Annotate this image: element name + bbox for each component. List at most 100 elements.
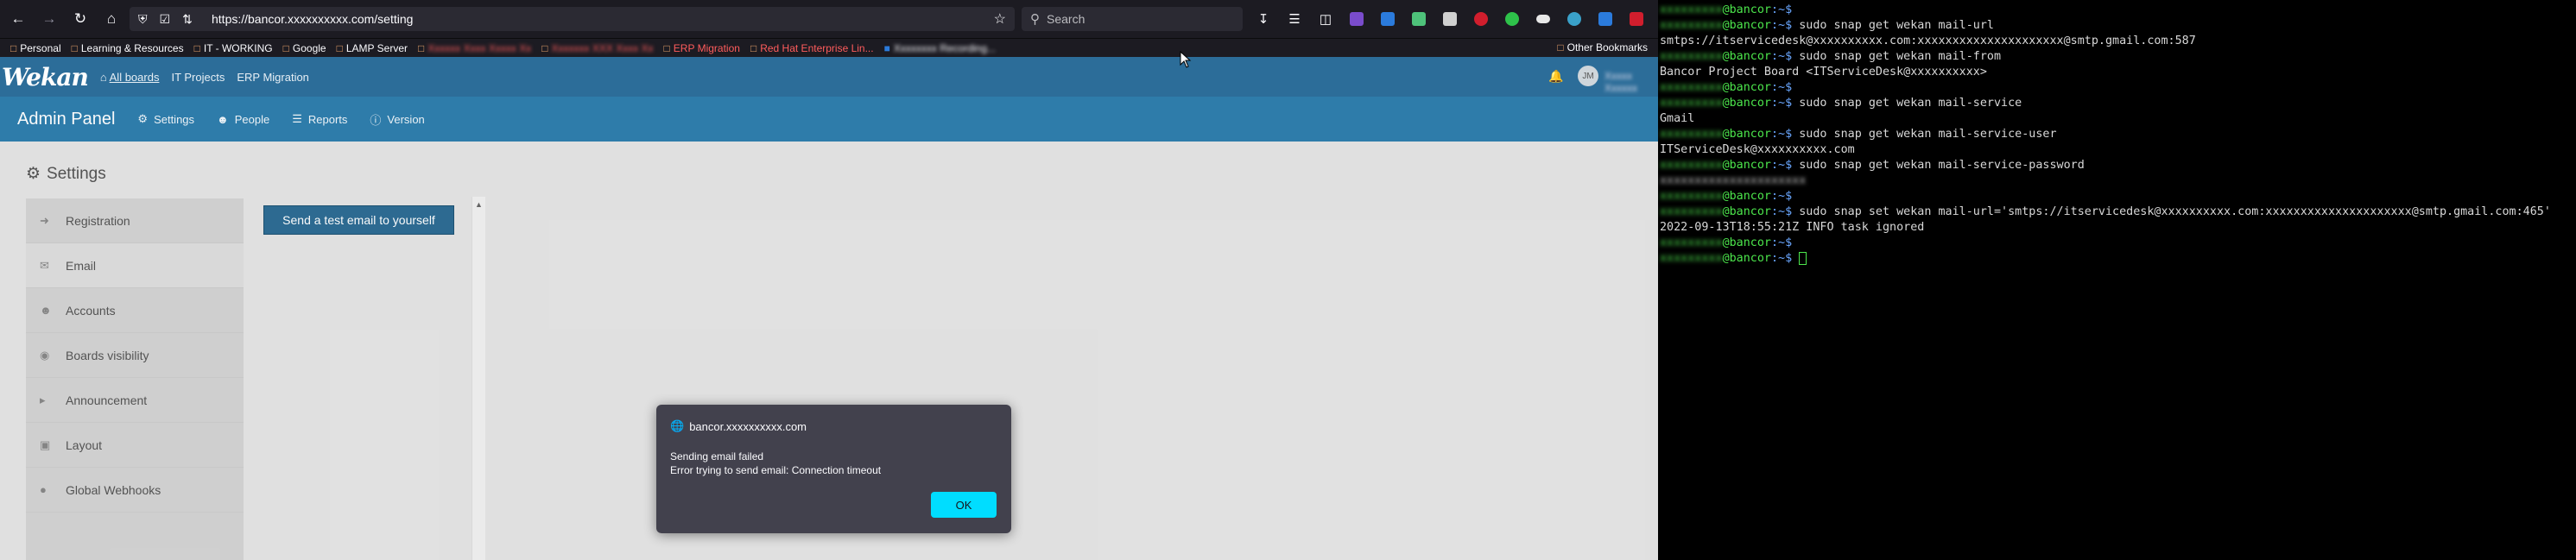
extension-icon[interactable] (1437, 6, 1463, 32)
prompt-host: @bancor (1722, 205, 1771, 218)
terminal-command: sudo snap get wekan mail-service-passwor… (1792, 159, 2085, 172)
terminal-output: ITServiceDesk@xxxxxxxxxx.com (1660, 143, 1855, 156)
bookmark-label: Xxxxxxxx Recording... (893, 41, 996, 54)
home-icon[interactable]: ⌂ (98, 6, 124, 32)
extension-icon[interactable] (1561, 6, 1587, 32)
terminal-output-line: Bancor Project Board <ITServiceDesk@xxxx… (1660, 65, 2576, 80)
prompt-host: @bancor (1722, 128, 1771, 141)
folder-icon: □ (282, 41, 289, 54)
prompt-user: xxxxxxxxx (1660, 3, 1723, 16)
url-text[interactable]: https://bancor.xxxxxxxxxx.com/setting (212, 12, 413, 26)
prompt-path: :~$ (1771, 19, 1793, 32)
library-icon[interactable]: ☰ (1282, 6, 1307, 32)
folder-icon: □ (663, 41, 670, 54)
extension-icon[interactable] (1406, 6, 1432, 32)
shield-icon[interactable]: ⛨ (138, 12, 148, 27)
terminal-prompt-line: xxxxxxxxx@bancor:~$ sudo snap get wekan … (1660, 158, 2576, 173)
bookmark-folder[interactable]: □ Learning & Resources (72, 42, 184, 54)
terminal-prompt-line: xxxxxxxxx@bancor:~$ sudo snap get wekan … (1660, 49, 2576, 65)
back-icon[interactable]: ← (5, 6, 31, 32)
prompt-user: xxxxxxxxx (1660, 252, 1723, 265)
prompt-host: @bancor (1722, 159, 1771, 172)
bookmark-label: Google (292, 41, 326, 54)
reload-icon[interactable]: ↻ (67, 6, 93, 32)
terminal-command: sudo snap get wekan mail-url (1792, 19, 1994, 32)
lock-icon[interactable]: ☑ (160, 12, 171, 27)
extension-icon[interactable] (1375, 6, 1401, 32)
ok-button[interactable]: OK (931, 492, 997, 518)
bookmark-folder[interactable]: □ ERP Migration (664, 42, 740, 54)
terminal-command: sudo snap get wekan mail-from (1792, 50, 2002, 63)
search-bar[interactable]: ⚲ Search (1022, 7, 1243, 31)
terminal-output-line: Gmail (1660, 111, 2576, 127)
bookmark-label: IT - WORKING (203, 41, 273, 54)
nav-erp-migration[interactable]: ERP Migration (237, 71, 309, 84)
bookmark-folder[interactable]: □ Google (283, 42, 326, 54)
bookmark-folder[interactable]: □ LAMP Server (337, 42, 408, 54)
forward-icon[interactable]: → (36, 6, 62, 32)
prompt-path: :~$ (1771, 236, 1793, 249)
bookmark-folder[interactable]: □ Xxxxxx Xxxx Xxxxx Xx (418, 42, 531, 54)
dialog-origin: 🌐 bancor.xxxxxxxxxx.com (670, 419, 807, 433)
terminal-output-line: 2022-09-13T18:55:21Z INFO task ignored (1660, 220, 2576, 236)
sidebar-icon[interactable]: ◫ (1313, 6, 1339, 32)
prompt-user: xxxxxxxxx (1660, 190, 1723, 203)
bookmark-label: Xxxxxx Xxxx Xxxxx Xx (427, 41, 532, 54)
prompt-host: @bancor (1722, 252, 1771, 265)
dialog-origin-text: bancor.xxxxxxxxxx.com (689, 419, 807, 433)
extension-icon[interactable] (1468, 6, 1494, 32)
bookmark-link[interactable]: ■ Xxxxxxxx Recording... (884, 42, 996, 54)
alert-dialog: 🌐 bancor.xxxxxxxxxx.com Sending email fa… (656, 405, 1011, 533)
extension-icon[interactable] (1530, 6, 1556, 32)
bookmark-label: ERP Migration (673, 41, 740, 54)
terminal-output: Gmail (1660, 112, 1695, 125)
terminal-prompt-line: xxxxxxxxx@bancor:~$ (1660, 236, 2576, 251)
extension-icon[interactable] (1499, 6, 1525, 32)
avatar[interactable]: JM (1578, 66, 1598, 86)
folder-icon: □ (1557, 41, 1564, 53)
extension-icon[interactable] (1592, 6, 1618, 32)
prompt-path: :~$ (1771, 205, 1793, 218)
bookmark-folder[interactable]: □ IT - WORKING (194, 42, 273, 54)
bookmark-folder[interactable]: □ Xxxxxxx XXX Xxxx Xx (541, 42, 653, 54)
prompt-host: @bancor (1722, 3, 1771, 16)
downloads-icon[interactable]: ↧ (1250, 6, 1276, 32)
bookmarks-bar: □ Personal □ Learning & Resources □ IT - WO… (0, 38, 1658, 57)
folder-icon: □ (71, 41, 78, 54)
terminal-output: smtps://itservicedesk@xxxxxxxxxx.com:xxx… (1660, 35, 2196, 47)
user-name[interactable]: Xxxxx Xxxxxx (1604, 70, 1658, 94)
globe-icon: 🌐 (670, 419, 685, 432)
nav-it-projects[interactable]: IT Projects (171, 71, 225, 84)
bell-icon[interactable]: 🔔 (1548, 69, 1563, 84)
url-bar[interactable]: ⛨ ☑ ⇅ https://bancor.xxxxxxxxxx.com/sett… (130, 7, 1015, 31)
prompt-user: xxxxxxxxx (1660, 236, 1723, 249)
prompt-user: xxxxxxxxx (1660, 81, 1723, 94)
extension-icon[interactable] (1344, 6, 1370, 32)
terminal-window[interactable]: xxxxxxxxx@bancor:~$ xxxxxxxxx@bancor:~$ s… (1658, 0, 2576, 560)
nav-all-boards-label: All boards (109, 70, 160, 84)
prompt-host: @bancor (1722, 236, 1771, 249)
extension-icon[interactable] (1623, 6, 1649, 32)
other-bookmarks[interactable]: □ Other Bookmarks (1557, 41, 1648, 53)
prompt-host: @bancor (1722, 97, 1771, 110)
prompt-path: :~$ (1771, 159, 1793, 172)
prompt-user: xxxxxxxxx (1660, 19, 1723, 32)
nav-all-boards[interactable]: ⌂ All boards (100, 71, 160, 84)
prompt-host: @bancor (1722, 50, 1771, 63)
wekan-logo[interactable]: Wekan (2, 63, 89, 91)
prompt-path: :~$ (1771, 252, 1793, 265)
terminal-cursor (1799, 251, 1807, 265)
browser-toolbar: ← → ↻ ⌂ ⛨ ☑ ⇅ https://bancor.xxxxxxxxxx.… (0, 0, 1658, 38)
bookmark-folder[interactable]: □ Red Hat Enterprise Lin... (750, 42, 874, 54)
browser-window: ← → ↻ ⌂ ⛨ ☑ ⇅ https://bancor.xxxxxxxxxx.… (0, 0, 1658, 560)
bookmark-label: Red Hat Enterprise Lin... (760, 41, 874, 54)
folder-icon: □ (750, 41, 757, 54)
bookmark-star-icon[interactable]: ☆ (994, 10, 1006, 28)
bookmark-folder[interactable]: □ Personal (10, 42, 61, 54)
permissions-icon[interactable]: ⇅ (182, 12, 193, 27)
prompt-user: xxxxxxxxx (1660, 128, 1723, 141)
home-icon: ⌂ (99, 70, 110, 84)
terminal-command: sudo snap get wekan mail-service (1792, 97, 2022, 110)
search-icon: ⚲ (1030, 12, 1040, 27)
prompt-path: :~$ (1771, 190, 1793, 203)
